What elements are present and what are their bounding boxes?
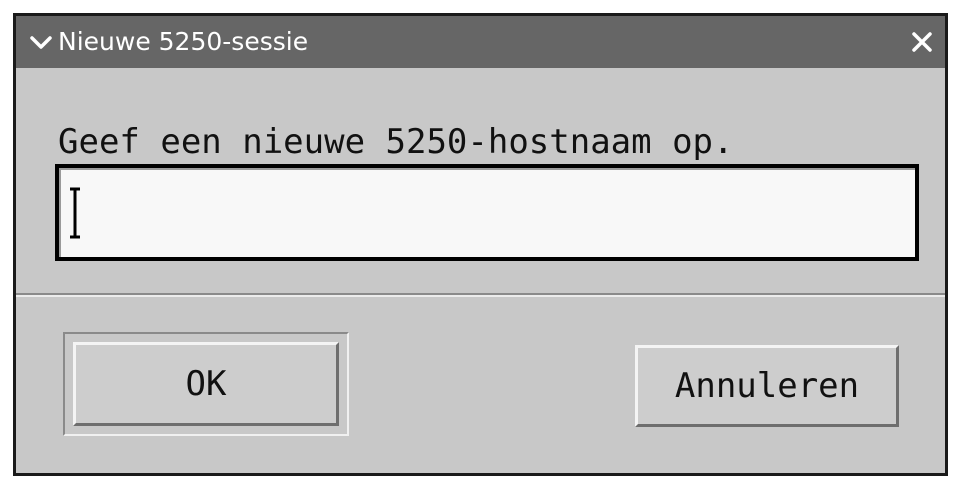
cancel-button[interactable]: Annuleren xyxy=(635,345,899,427)
ok-button[interactable]: OK xyxy=(73,342,339,426)
title-bar[interactable]: Nieuwe 5250-sessie xyxy=(16,16,945,68)
hostname-input[interactable] xyxy=(55,164,919,261)
close-icon xyxy=(912,32,932,52)
prompt-label: Geef een nieuwe 5250-hostnaam op. xyxy=(58,122,734,162)
dialog-content: Geef een nieuwe 5250-hostnaam op. OK Ann… xyxy=(16,68,945,473)
chevron-down-icon xyxy=(30,36,52,49)
separator xyxy=(16,293,945,297)
window-menu-button[interactable] xyxy=(28,30,54,54)
dialog-window: Nieuwe 5250-sessie Geef een nieuwe 5250-… xyxy=(13,13,948,476)
window-title: Nieuwe 5250-sessie xyxy=(58,27,309,56)
close-button[interactable] xyxy=(909,29,935,55)
